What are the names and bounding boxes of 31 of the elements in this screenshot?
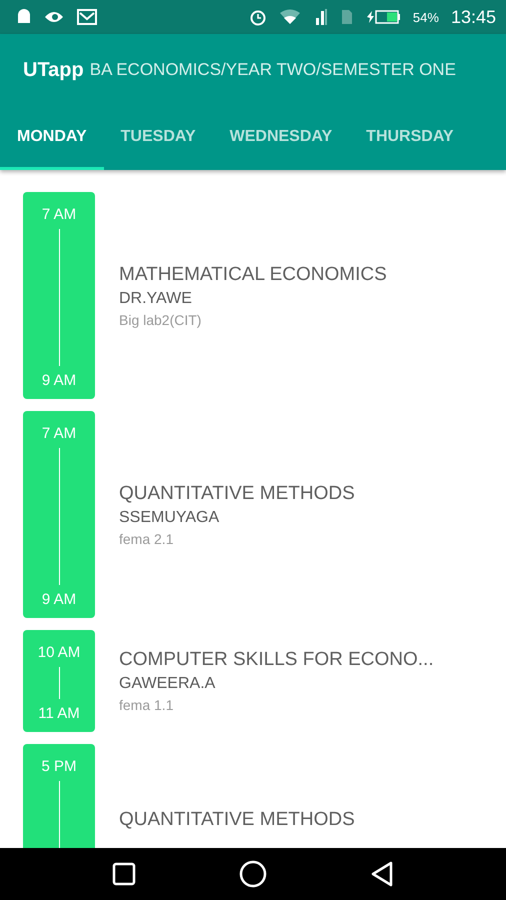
start-time: 7 AM: [42, 425, 76, 442]
course-title[interactable]: COMPUTER SKILLS FOR ECONO...: [119, 649, 434, 671]
course-title[interactable]: QUANTITATIVE METHODS: [119, 808, 355, 830]
mail-icon: [76, 8, 98, 26]
clock-time: 13:45: [450, 6, 496, 28]
app-subtitle: BA ECONOMICS/YEAR TWO/SEMESTER ONE: [90, 60, 456, 80]
recents-icon: [112, 862, 136, 886]
start-time: 5 PM: [41, 758, 76, 775]
sim-icon: [340, 9, 353, 25]
home-icon: [238, 860, 267, 888]
room-name: Big lab2(CIT): [119, 312, 202, 328]
start-time: 10 AM: [38, 644, 80, 661]
lecturer-name: GAWEERA.A: [119, 675, 216, 693]
back-icon: [370, 861, 394, 887]
wifi-icon: [278, 9, 301, 25]
app-title: UTapp: [23, 58, 84, 82]
course-title[interactable]: MATHEMATICAL ECONOMICS: [119, 264, 387, 286]
eye-icon: [44, 10, 64, 24]
end-time: 9 AM: [42, 591, 76, 608]
start-time: 7 AM: [42, 206, 76, 223]
day-tab[interactable]: MONDAY: [0, 106, 104, 170]
room-name: fema 1.1: [119, 697, 174, 713]
course-title[interactable]: QUANTITATIVE METHODS: [119, 482, 355, 504]
battery-icon: [364, 9, 401, 25]
end-time: 9 AM: [42, 372, 76, 389]
alarm-icon: [248, 8, 267, 26]
end-time: 11 AM: [38, 705, 80, 722]
lecturer-name: SSEMUYAGA: [119, 508, 220, 526]
battery-percentage: 54%: [412, 10, 439, 24]
room-name: fema 2.1: [119, 530, 174, 546]
lecturer-name: DR.YAWE: [119, 290, 193, 308]
